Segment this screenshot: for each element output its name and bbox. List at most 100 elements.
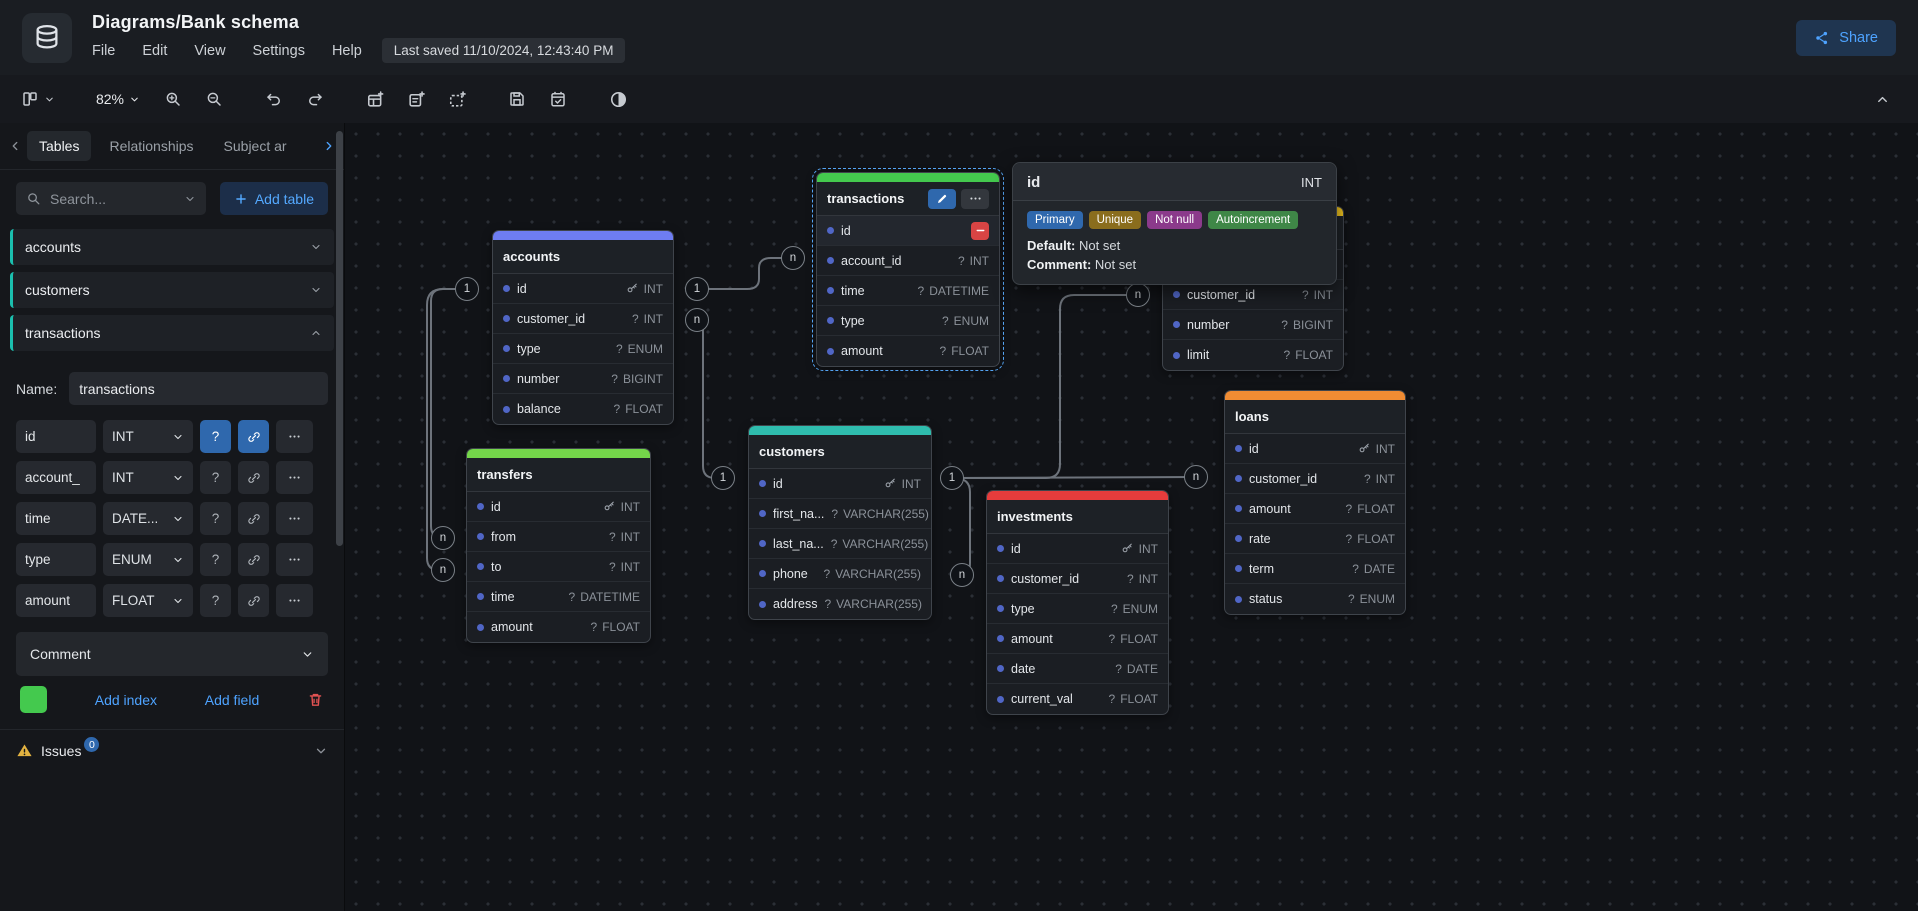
field-name-button[interactable]: account_ bbox=[16, 461, 96, 494]
field-customers-id[interactable]: idINT bbox=[749, 469, 931, 499]
field-accounts-type[interactable]: type?ENUM bbox=[493, 334, 673, 364]
comment-section-toggle[interactable]: Comment bbox=[16, 632, 328, 676]
add-index-button[interactable]: Add index bbox=[95, 692, 157, 708]
field-more-button[interactable] bbox=[276, 420, 313, 453]
field-customers-phone[interactable]: phone?VARCHAR(255) bbox=[749, 559, 931, 589]
field-loans-id[interactable]: idINT bbox=[1225, 434, 1405, 464]
field-transactions-amount[interactable]: amount?FLOAT bbox=[817, 336, 999, 366]
field-transfers-amount[interactable]: amount?FLOAT bbox=[467, 612, 650, 642]
diagram-table-loans[interactable]: loansidINTcustomer_id?INTamount?FLOATrat… bbox=[1224, 390, 1406, 615]
table-name-input[interactable] bbox=[69, 372, 328, 405]
menu-item-help[interactable]: Help bbox=[332, 43, 362, 59]
field-type-select[interactable]: FLOAT bbox=[103, 584, 193, 617]
delete-field-button[interactable] bbox=[971, 222, 989, 240]
field-name-button[interactable]: time bbox=[16, 502, 96, 535]
search-input[interactable]: Search... bbox=[16, 182, 206, 215]
menu-item-settings[interactable]: Settings bbox=[253, 43, 305, 59]
field-transfers-time[interactable]: time?DATETIME bbox=[467, 582, 650, 612]
field-transactions-time[interactable]: time?DATETIME bbox=[817, 276, 999, 306]
field-accounts-number[interactable]: number?BIGINT bbox=[493, 364, 673, 394]
zoom-out-button[interactable] bbox=[196, 82, 232, 116]
field-primary-key-button[interactable] bbox=[238, 584, 269, 617]
field-investments-amount[interactable]: amount?FLOAT bbox=[987, 624, 1168, 654]
field-investments-customer-id[interactable]: customer_id?INT bbox=[987, 564, 1168, 594]
share-button[interactable]: Share bbox=[1796, 20, 1896, 56]
field-type-select[interactable]: INT bbox=[103, 461, 193, 494]
redo-button[interactable] bbox=[297, 82, 333, 116]
diagram-table-transfers[interactable]: transfersidINTfrom?INTto?INTtime?DATETIM… bbox=[466, 448, 651, 643]
add-field-button[interactable]: Add field bbox=[205, 692, 259, 708]
table-color-swatch[interactable] bbox=[20, 686, 47, 713]
field-transactions-account-id[interactable]: account_id?INT bbox=[817, 246, 999, 276]
field-primary-key-button[interactable] bbox=[238, 420, 269, 453]
tab-relationships[interactable]: Relationships bbox=[97, 131, 205, 161]
theme-toggle-button[interactable] bbox=[600, 82, 636, 116]
field-investments-current-val[interactable]: current_val?FLOAT bbox=[987, 684, 1168, 714]
todo-button[interactable] bbox=[540, 82, 576, 116]
field-transfers-to[interactable]: to?INT bbox=[467, 552, 650, 582]
add-note-button[interactable] bbox=[398, 82, 434, 116]
issues-section[interactable]: Issues 0 bbox=[0, 729, 344, 771]
field-loans-term[interactable]: term?DATE bbox=[1225, 554, 1405, 584]
save-button[interactable] bbox=[499, 82, 535, 116]
field-primary-key-button[interactable] bbox=[238, 543, 269, 576]
tabs-scroll-left-button[interactable] bbox=[8, 139, 22, 153]
sidebar-scrollbar[interactable] bbox=[336, 123, 343, 911]
field-investments-date[interactable]: date?DATE bbox=[987, 654, 1168, 684]
field-accounts-customer-id[interactable]: customer_id?INT bbox=[493, 304, 673, 334]
scrollbar-thumb[interactable] bbox=[336, 131, 343, 546]
menu-item-view[interactable]: View bbox=[194, 43, 225, 59]
field-credit-cards-limit[interactable]: limit?FLOAT bbox=[1163, 340, 1343, 370]
field-investments-type[interactable]: type?ENUM bbox=[987, 594, 1168, 624]
field-transactions-type[interactable]: type?ENUM bbox=[817, 306, 999, 336]
diagram-table-accounts[interactable]: accountsidINTcustomer_id?INTtype?ENUMnum… bbox=[492, 230, 674, 425]
field-customers-last-na[interactable]: last_na...?VARCHAR(255) bbox=[749, 529, 931, 559]
field-nullable-toggle[interactable]: ? bbox=[200, 584, 231, 617]
field-name-button[interactable]: id bbox=[16, 420, 96, 453]
edit-table-button[interactable] bbox=[928, 189, 956, 209]
field-nullable-toggle[interactable]: ? bbox=[200, 461, 231, 494]
field-customers-first-na[interactable]: first_na...?VARCHAR(255) bbox=[749, 499, 931, 529]
diagram-table-investments[interactable]: investmentsidINTcustomer_id?INTtype?ENUM… bbox=[986, 490, 1169, 715]
layout-options-button[interactable] bbox=[14, 82, 62, 116]
field-type-select[interactable]: ENUM bbox=[103, 543, 193, 576]
field-transfers-from[interactable]: from?INT bbox=[467, 522, 650, 552]
add-area-button[interactable] bbox=[439, 82, 475, 116]
add-table-toolbar-button[interactable] bbox=[357, 82, 393, 116]
diagram-canvas[interactable]: id INT PrimaryUniqueNot nullAutoincremen… bbox=[345, 123, 1918, 911]
add-table-button[interactable]: Add table bbox=[220, 182, 328, 215]
menu-item-edit[interactable]: Edit bbox=[142, 43, 167, 59]
diagram-table-transactions[interactable]: transactionsidaccount_id?INTtime?DATETIM… bbox=[816, 172, 1000, 367]
diagram-table-customers[interactable]: customersidINTfirst_na...?VARCHAR(255)la… bbox=[748, 425, 932, 620]
tab-subject-ar[interactable]: Subject ar bbox=[212, 131, 299, 161]
zoom-level-select[interactable]: 82% bbox=[86, 82, 150, 116]
field-nullable-toggle[interactable]: ? bbox=[200, 420, 231, 453]
field-name-button[interactable]: type bbox=[16, 543, 96, 576]
table-options-button[interactable] bbox=[961, 189, 989, 209]
field-customers-address[interactable]: address?VARCHAR(255) bbox=[749, 589, 931, 619]
field-accounts-id[interactable]: idINT bbox=[493, 274, 673, 304]
field-more-button[interactable] bbox=[276, 543, 313, 576]
field-type-select[interactable]: INT bbox=[103, 420, 193, 453]
sidebar-table-transactions[interactable]: transactions bbox=[10, 315, 334, 351]
field-more-button[interactable] bbox=[276, 584, 313, 617]
menu-item-file[interactable]: File bbox=[92, 43, 115, 59]
field-transactions-id[interactable]: id bbox=[817, 216, 999, 246]
field-loans-amount[interactable]: amount?FLOAT bbox=[1225, 494, 1405, 524]
sidebar-table-customers[interactable]: customers bbox=[10, 272, 334, 308]
delete-table-button[interactable] bbox=[307, 691, 324, 708]
field-loans-rate[interactable]: rate?FLOAT bbox=[1225, 524, 1405, 554]
field-accounts-balance[interactable]: balance?FLOAT bbox=[493, 394, 673, 424]
field-nullable-toggle[interactable]: ? bbox=[200, 502, 231, 535]
field-primary-key-button[interactable] bbox=[238, 461, 269, 494]
tabs-scroll-right-button[interactable] bbox=[322, 139, 336, 153]
field-type-select[interactable]: DATE... bbox=[103, 502, 193, 535]
field-nullable-toggle[interactable]: ? bbox=[200, 543, 231, 576]
sidebar-table-accounts[interactable]: accounts bbox=[10, 229, 334, 265]
undo-button[interactable] bbox=[256, 82, 292, 116]
field-transfers-id[interactable]: idINT bbox=[467, 492, 650, 522]
field-more-button[interactable] bbox=[276, 461, 313, 494]
collapse-header-button[interactable] bbox=[1864, 82, 1900, 116]
field-name-button[interactable]: amount bbox=[16, 584, 96, 617]
tab-tables[interactable]: Tables bbox=[27, 131, 91, 161]
